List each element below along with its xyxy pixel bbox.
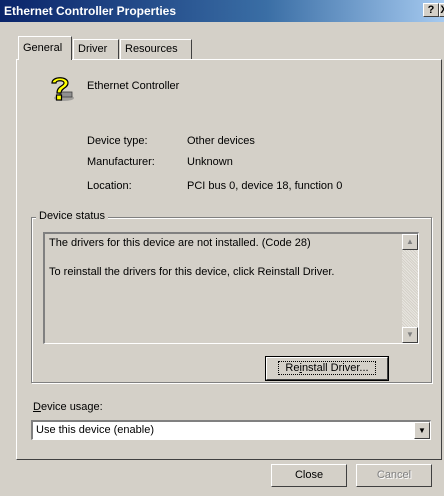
close-window-button[interactable]: X: [439, 3, 444, 17]
scroll-up-icon: ▲: [406, 237, 414, 246]
chevron-down-icon: ▼: [418, 426, 426, 435]
scroll-down-button[interactable]: ▼: [402, 327, 418, 343]
scroll-up-button[interactable]: ▲: [402, 234, 418, 250]
tab-resources[interactable]: Resources: [120, 39, 192, 59]
device-usage-label: Device usage:: [33, 401, 103, 413]
reinstall-driver-button[interactable]: Reinstall Driver...: [265, 356, 389, 381]
device-usage-select[interactable]: Use this device (enable) ▼: [31, 420, 431, 440]
device-type-value: Other devices: [187, 135, 255, 147]
unknown-device-icon: [44, 72, 76, 104]
device-name: Ethernet Controller: [87, 80, 180, 92]
device-type-label: Device type:: [87, 135, 148, 147]
tab-driver-label: Driver: [78, 43, 108, 55]
cancel-button[interactable]: Cancel: [356, 464, 432, 487]
device-usage-selected: Use this device (enable): [36, 424, 155, 436]
help-icon: ?: [427, 4, 435, 16]
manufacturer-label: Manufacturer:: [87, 156, 155, 168]
status-line-2: To reinstall the drivers for this device…: [49, 266, 335, 278]
reinstall-driver-label: Reinstall Driver...: [278, 361, 376, 375]
scroll-down-icon: ▼: [406, 330, 414, 339]
tab-general-label: General: [23, 42, 63, 54]
status-scrollbar[interactable]: ▲ ▼: [402, 234, 418, 343]
cancel-button-label: Cancel: [376, 469, 412, 481]
help-button[interactable]: ?: [423, 3, 439, 17]
title-bar: Ethernet Controller Properties ? X: [0, 0, 444, 22]
device-status-textbox[interactable]: The drivers for this device are not inst…: [43, 232, 419, 344]
location-value: PCI bus 0, device 18, function 0: [187, 180, 343, 192]
tab-general[interactable]: General: [18, 36, 72, 60]
close-button-label: Close: [294, 469, 324, 481]
location-label: Location:: [87, 180, 132, 192]
device-status-legend: Device status: [36, 210, 109, 222]
device-usage-dropdown-button[interactable]: ▼: [414, 422, 430, 439]
tab-resources-label: Resources: [125, 43, 178, 55]
manufacturer-value: Unknown: [187, 156, 233, 168]
close-button[interactable]: Close: [271, 464, 347, 487]
close-icon: X: [440, 4, 444, 16]
status-line-1: The drivers for this device are not inst…: [49, 237, 311, 249]
window-title: Ethernet Controller Properties: [4, 4, 177, 18]
tab-driver[interactable]: Driver: [73, 39, 119, 59]
